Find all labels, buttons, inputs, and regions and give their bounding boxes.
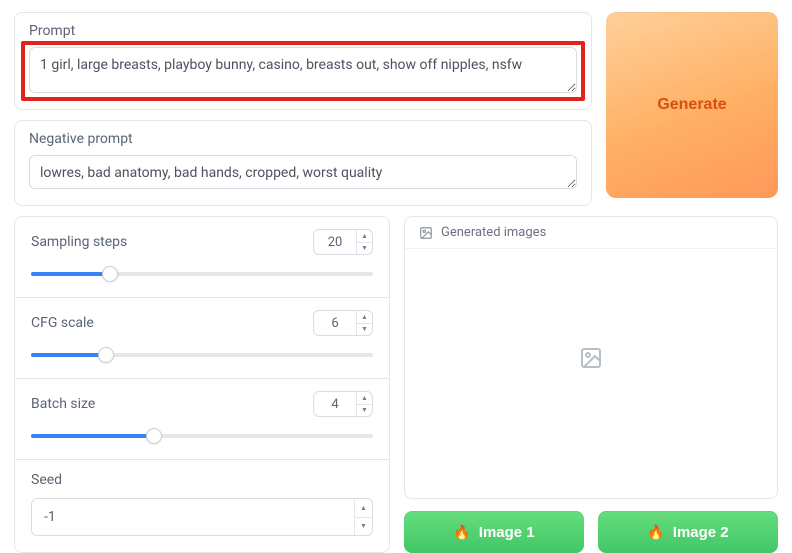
sampling-steps-value: 20 bbox=[314, 235, 356, 250]
negative-prompt-input[interactable] bbox=[29, 155, 577, 189]
image-1-label: Image 1 bbox=[479, 524, 535, 541]
cfg-scale-number-input[interactable]: 6 ▲ ▼ bbox=[313, 310, 373, 336]
batch-size-slider[interactable] bbox=[31, 429, 373, 443]
prompt-input[interactable] bbox=[29, 47, 577, 93]
cfg-scale-thumb[interactable] bbox=[98, 347, 114, 363]
settings-panel: Sampling steps 20 ▲ ▼ CFG scale 6 bbox=[14, 216, 390, 553]
cfg-scale-slider[interactable] bbox=[31, 348, 373, 362]
negative-prompt-label: Negative prompt bbox=[29, 131, 577, 147]
sampling-steps-fill bbox=[31, 272, 110, 276]
generated-images-title: Generated images bbox=[441, 225, 546, 240]
sampling-steps-number-input[interactable]: 20 ▲ ▼ bbox=[313, 229, 373, 255]
flame-icon: 🔥 bbox=[453, 524, 470, 541]
flame-icon: 🔥 bbox=[647, 524, 664, 541]
generate-button[interactable]: Generate bbox=[606, 12, 778, 198]
prompt-card: Prompt bbox=[14, 12, 592, 110]
image-2-label: Image 2 bbox=[673, 524, 729, 541]
seed-step-down[interactable]: ▼ bbox=[355, 518, 372, 536]
cfg-scale-step-up[interactable]: ▲ bbox=[357, 311, 372, 324]
seed-input[interactable]: -1 ▲ ▼ bbox=[31, 498, 373, 536]
sampling-steps-step-down[interactable]: ▼ bbox=[357, 243, 372, 255]
batch-size-thumb[interactable] bbox=[146, 428, 162, 444]
batch-size-fill bbox=[31, 434, 154, 438]
cfg-scale-fill bbox=[31, 353, 106, 357]
image-1-button[interactable]: 🔥 Image 1 bbox=[404, 511, 584, 553]
image-icon bbox=[419, 226, 433, 240]
seed-value: -1 bbox=[32, 509, 354, 525]
sampling-steps-label: Sampling steps bbox=[31, 234, 127, 250]
cfg-scale-row: CFG scale 6 ▲ ▼ bbox=[15, 298, 389, 379]
image-2-button[interactable]: 🔥 Image 2 bbox=[598, 511, 778, 553]
cfg-scale-step-down[interactable]: ▼ bbox=[357, 324, 372, 336]
batch-size-label: Batch size bbox=[31, 396, 95, 412]
sampling-steps-slider[interactable] bbox=[31, 267, 373, 281]
generated-images-panel: Generated images bbox=[404, 216, 778, 499]
batch-size-step-down[interactable]: ▼ bbox=[357, 405, 372, 417]
seed-step-up[interactable]: ▲ bbox=[355, 499, 372, 518]
batch-size-number-input[interactable]: 4 ▲ ▼ bbox=[313, 391, 373, 417]
batch-size-value: 4 bbox=[314, 397, 356, 412]
seed-label: Seed bbox=[31, 472, 62, 488]
sampling-steps-step-up[interactable]: ▲ bbox=[357, 230, 372, 243]
batch-size-step-up[interactable]: ▲ bbox=[357, 392, 372, 405]
seed-row: Seed -1 ▲ ▼ bbox=[15, 460, 389, 552]
cfg-scale-value: 6 bbox=[314, 316, 356, 331]
cfg-scale-label: CFG scale bbox=[31, 315, 94, 331]
negative-prompt-card: Negative prompt bbox=[14, 120, 592, 206]
batch-size-row: Batch size 4 ▲ ▼ bbox=[15, 379, 389, 460]
prompt-label: Prompt bbox=[29, 23, 577, 39]
sampling-steps-thumb[interactable] bbox=[102, 266, 118, 282]
sampling-steps-row: Sampling steps 20 ▲ ▼ bbox=[15, 217, 389, 298]
image-placeholder-icon bbox=[579, 346, 603, 370]
